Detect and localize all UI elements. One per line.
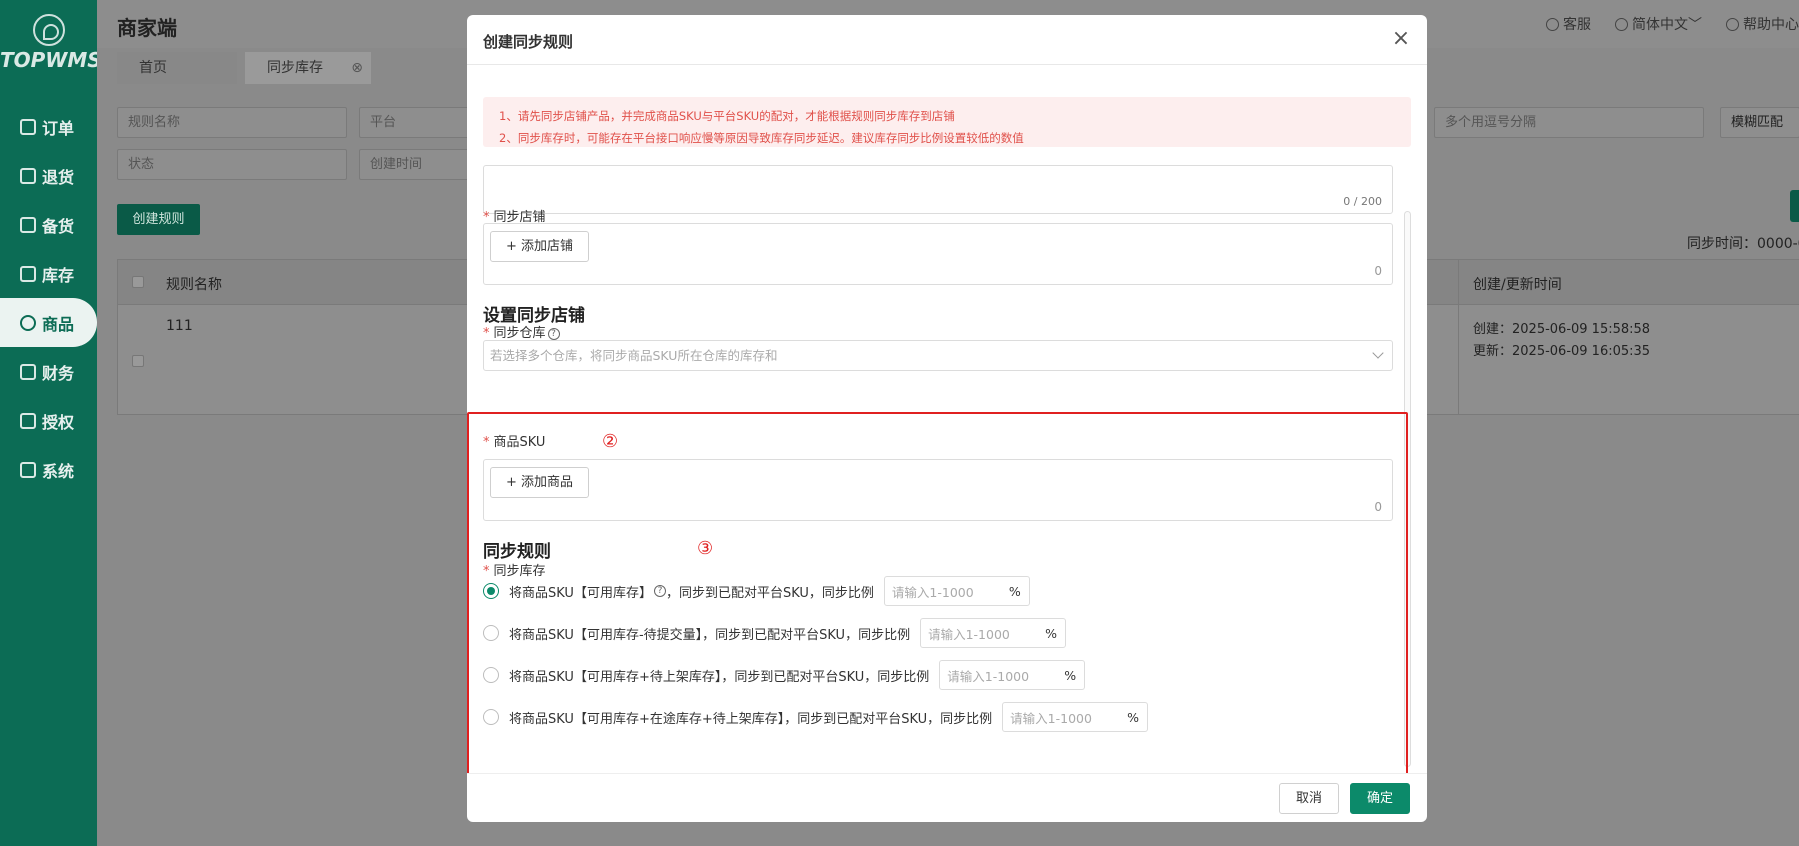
warehouse-select[interactable]: 若选择多个仓库，将同步商品SKU所在仓库的库存和 — [483, 340, 1393, 371]
headset-icon — [1546, 18, 1559, 31]
confirm-button[interactable]: 确定 — [1350, 783, 1410, 814]
logo-text: TOPWMS — [0, 48, 102, 72]
language-select[interactable]: 简体中文﹀ — [1615, 14, 1702, 34]
char-counter: 0 / 200 — [1343, 195, 1382, 208]
sidebar-item-system[interactable]: 系统 — [0, 445, 97, 494]
sku-count: 0 — [1374, 500, 1382, 514]
rule-name-input[interactable]: 规则名称 — [117, 107, 347, 138]
chevron-down-icon — [1372, 347, 1384, 359]
sidebar-item-product[interactable]: 商品 — [0, 298, 97, 347]
sku-label: * 商品SKU — [483, 435, 546, 450]
notice-line: 1、请先同步店铺产品，并完成商品SKU与平台SKU的配对，才能根据规则同步库存到… — [499, 109, 955, 123]
sidebar-item-auth[interactable]: 授权 — [0, 396, 97, 445]
sync-warehouse-label: * 同步仓库? — [483, 322, 560, 341]
status-select[interactable]: 状态 — [117, 149, 347, 180]
help-icon[interactable]: ? — [547, 328, 560, 340]
radio[interactable] — [483, 667, 499, 683]
page-tabs: 首页 同步库存 ⊗ — [117, 52, 371, 84]
logo-icon — [32, 14, 65, 46]
order-icon — [20, 118, 36, 135]
shop-picker: + 添加店铺 0 — [483, 223, 1393, 285]
annotation-2: ② — [602, 431, 619, 452]
section-sync-rule: 同步规则 — [483, 542, 551, 562]
globe-icon — [1615, 18, 1628, 31]
sidebar-item-stock-prep[interactable]: 备货 — [0, 200, 97, 249]
dialog-footer: 取消 确定 — [467, 773, 1427, 822]
app-title: 商家端 — [117, 16, 177, 40]
sync-option-available[interactable]: 将商品SKU【可用库存】? ，同步到已配对平台SKU，同步比例 请输入1-1000… — [483, 576, 1030, 606]
row-checkbox[interactable] — [132, 355, 144, 367]
ratio-input[interactable]: 请输入1-1000% — [920, 618, 1066, 648]
sidebar: TOPWMS 订单 退货 备货 库存 商品 财务 授权 系统 — [0, 0, 102, 846]
fuzzy-match-select[interactable]: 模糊匹配 — [1720, 107, 1799, 138]
sync-time: 同步时间：0000-0 — [1687, 236, 1799, 252]
add-product-button[interactable]: + 添加商品 — [490, 467, 590, 498]
sync-option-plus-putaway[interactable]: 将商品SKU【可用库存+待上架库存】，同步到已配对平台SKU，同步比例 请输入1… — [483, 660, 1086, 690]
sync-option-minus-pending[interactable]: 将商品SKU【可用库存-待提交量】，同步到已配对平台SKU，同步比例 请输入1-… — [483, 618, 1066, 648]
chevron-down-icon: ﹀ — [1688, 17, 1702, 33]
sidebar-item-inventory[interactable]: 库存 — [0, 249, 97, 298]
dialog-header: 创建同步规则 × — [467, 15, 1427, 65]
stock-prep-icon — [20, 216, 36, 233]
ratio-input[interactable]: 请输入1-1000% — [1002, 702, 1149, 732]
system-icon — [20, 461, 36, 478]
sidebar-nav: 订单 退货 备货 库存 商品 财务 授权 系统 — [0, 102, 97, 494]
radio-selected[interactable] — [483, 583, 499, 599]
column-divider — [1458, 260, 1459, 414]
sidebar-item-order[interactable]: 订单 — [0, 102, 97, 151]
ratio-input[interactable]: 请输入1-1000% — [883, 576, 1030, 606]
sidebar-item-return[interactable]: 退货 — [0, 151, 97, 200]
auth-icon — [20, 412, 36, 429]
notice-banner: 1、请先同步店铺产品，并完成商品SKU与平台SKU的配对，才能根据规则同步库存到… — [483, 97, 1411, 147]
ratio-input[interactable]: 请输入1-1000% — [939, 660, 1086, 690]
finance-icon — [20, 363, 36, 380]
topbar-actions: 客服 简体中文﹀ 帮助中心 — [1546, 14, 1799, 34]
multi-search-input[interactable]: 多个用逗号分隔 — [1434, 107, 1704, 138]
create-time-select[interactable]: 创建时间 — [359, 149, 479, 180]
tab-home[interactable]: 首页 — [117, 52, 237, 84]
shop-count: 0 — [1374, 264, 1382, 278]
platform-select[interactable]: 平台 — [359, 107, 479, 138]
dialog-scrollbar[interactable] — [1404, 211, 1411, 767]
close-tab-icon[interactable]: ⊗ — [351, 52, 363, 84]
inventory-icon — [20, 265, 36, 282]
return-icon — [20, 167, 36, 184]
help-icon[interactable]: ? — [653, 585, 666, 597]
row-rule-name: 111 — [166, 318, 193, 334]
select-all-checkbox[interactable] — [132, 276, 144, 288]
create-rule-dialog: 创建同步规则 × 1、请先同步店铺产品，并完成商品SKU与平台SKU的配对，才能… — [467, 15, 1427, 822]
dialog-title: 创建同步规则 — [483, 33, 574, 51]
sidebar-item-finance[interactable]: 财务 — [0, 347, 97, 396]
product-icon — [20, 314, 36, 331]
sync-option-plus-transit[interactable]: 将商品SKU【可用库存+在途库存+待上架库存】，同步到已配对平台SKU，同步比例… — [483, 702, 1149, 732]
help-icon — [1726, 18, 1739, 31]
row-created: 创建：2025-06-09 15:58:58 — [1473, 322, 1651, 337]
dialog-body: 1、请先同步店铺产品，并完成商品SKU与平台SKU的配对，才能根据规则同步库存到… — [467, 66, 1427, 773]
close-icon[interactable]: × — [1391, 28, 1411, 50]
add-shop-button[interactable]: + 添加店铺 — [490, 231, 590, 262]
tab-sync-inventory[interactable]: 同步库存 ⊗ — [245, 52, 371, 84]
support-link[interactable]: 客服 — [1546, 14, 1591, 34]
column-created-updated: 创建/更新时间 — [1473, 277, 1562, 293]
row-updated: 更新：2025-06-09 16:05:35 — [1473, 344, 1651, 359]
radio[interactable] — [483, 709, 499, 725]
notice-line: 2、同步库存时，可能存在平台接口响应慢等原因导致库存同步延迟。建议库存同步比例设… — [499, 131, 1024, 145]
create-rule-button[interactable]: 创建规则 — [117, 204, 200, 235]
cancel-button[interactable]: 取消 — [1279, 783, 1339, 814]
logo: TOPWMS — [0, 14, 102, 72]
toolbar-button-edge[interactable] — [1790, 190, 1799, 222]
radio[interactable] — [483, 625, 499, 641]
sku-picker: + 添加商品 0 — [483, 459, 1393, 521]
column-rule-name: 规则名称 — [166, 277, 222, 293]
annotation-3: ③ — [697, 538, 714, 559]
help-link[interactable]: 帮助中心 — [1726, 14, 1799, 34]
remark-textarea[interactable]: 0 / 200 — [483, 165, 1393, 214]
